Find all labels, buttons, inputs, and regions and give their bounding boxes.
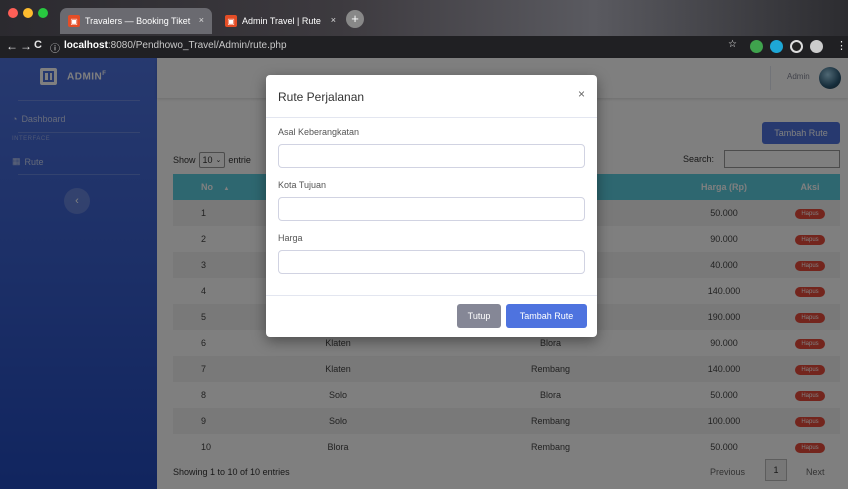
tab-bar: ▣ Travalers — Booking Tiket × ▣ Admin Tr… [0, 0, 848, 36]
close-icon[interactable]: × [578, 87, 585, 101]
close-tab-icon[interactable]: × [331, 15, 336, 25]
menu-icon[interactable]: ⋮ [836, 39, 847, 52]
asal-label: Asal Keberangkatan [278, 127, 360, 137]
submit-route-button[interactable]: Tambah Rute [506, 304, 587, 328]
close-window-button[interactable] [8, 8, 18, 18]
reload-icon[interactable]: C [34, 39, 42, 51]
close-button[interactable]: Tutup [457, 304, 501, 328]
new-tab-button[interactable]: + [346, 10, 364, 28]
extension-icon[interactable] [750, 40, 763, 53]
modal-footer-divider [266, 295, 597, 296]
url-field[interactable]: localhost:8080/Pendhowo_Travel/Admin/rut… [64, 40, 287, 51]
back-icon[interactable]: ← [6, 39, 18, 53]
minimize-window-button[interactable] [23, 8, 33, 18]
tujuan-label: Kota Tujuan [278, 180, 327, 190]
harga-input[interactable] [278, 250, 585, 274]
extension-icon[interactable] [790, 40, 803, 53]
url-host: localhost [64, 40, 108, 51]
close-tab-icon[interactable]: × [199, 15, 204, 25]
info-icon[interactable]: ⓘ [50, 40, 60, 55]
extension-icon[interactable] [770, 40, 783, 53]
modal-header-divider [266, 117, 597, 118]
bookmark-star-icon[interactable]: ☆ [728, 39, 737, 50]
tab-admin-travel[interactable]: ▣ Admin Travel | Rute × [217, 8, 342, 34]
harga-label: Harga [278, 233, 303, 243]
asal-input[interactable] [278, 144, 585, 168]
modal-title: Rute Perjalanan [278, 90, 365, 104]
tab-travalers[interactable]: ▣ Travalers — Booking Tiket × [60, 8, 212, 34]
browser-window: ▣ Travalers — Booking Tiket × ▣ Admin Tr… [0, 0, 848, 489]
tujuan-input[interactable] [278, 197, 585, 221]
forward-icon[interactable]: → [20, 39, 32, 53]
maximize-window-button[interactable] [38, 8, 48, 18]
route-modal: Rute Perjalanan × Asal Keberangkatan Kot… [266, 75, 597, 337]
url-path: :8080/Pendhowo_Travel/Admin/rute.php [107, 40, 287, 51]
tab-title: Admin Travel | Rute [242, 16, 321, 26]
profile-icon[interactable] [810, 40, 823, 53]
favicon-icon: ▣ [225, 15, 237, 27]
address-bar: ← → C ⓘ localhost:8080/Pendhowo_Travel/A… [0, 36, 848, 58]
tab-title: Travalers — Booking Tiket [85, 16, 191, 26]
favicon-icon: ▣ [68, 15, 80, 27]
